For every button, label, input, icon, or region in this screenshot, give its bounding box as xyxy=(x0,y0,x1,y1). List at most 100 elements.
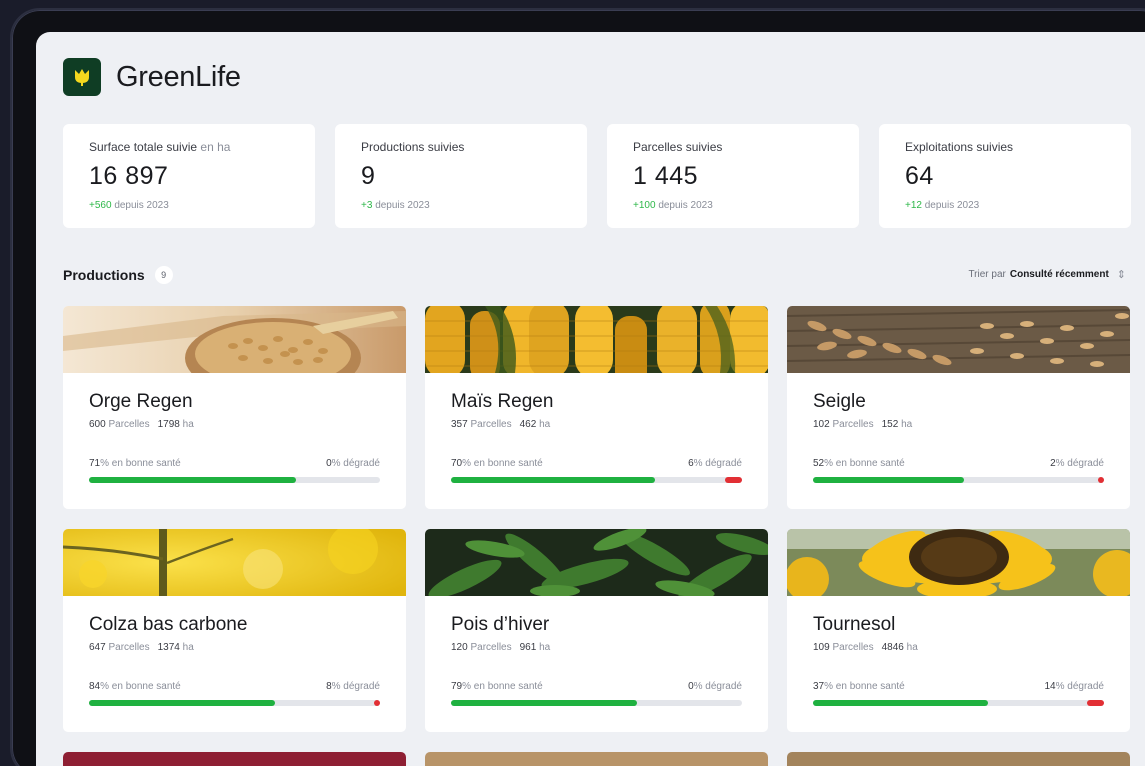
degraded-label: % dégradé xyxy=(693,681,742,692)
parcelles-count: 647 xyxy=(89,642,106,653)
sunflower-image xyxy=(787,529,1130,596)
production-title: Colza bas carbone xyxy=(89,614,248,635)
tablet-frame: GreenLife Surface totale suivie en ha 16… xyxy=(10,8,1145,766)
peas-image xyxy=(425,529,768,596)
production-card-peek[interactable] xyxy=(63,752,406,766)
production-card-seigle[interactable]: Seigle 102 Parcelles 152 ha 52% en bonne … xyxy=(787,306,1130,509)
parcelles-label: Parcelles xyxy=(108,642,150,653)
healthy-value: 70 xyxy=(451,458,463,469)
stat-delta: +12 depuis 2023 xyxy=(905,200,1105,211)
stat-delta: +560 depuis 2023 xyxy=(89,200,289,211)
card-body: Pois d’hiver 120 Parcelles 961 ha 79% en … xyxy=(451,614,742,706)
healthy-label: % en bonne santé xyxy=(100,681,181,692)
health-row: 79% en bonne santé 0% dégradé xyxy=(451,681,742,692)
degraded-text: 6% dégradé xyxy=(688,458,742,469)
stat-delta-suffix: depuis 2023 xyxy=(658,200,713,211)
card-body: Orge Regen 600 Parcelles 1798 ha 71% en b… xyxy=(89,391,380,483)
hectares-unit: ha xyxy=(182,642,194,653)
stat-value: 64 xyxy=(905,162,934,190)
parcelles-count: 102 xyxy=(813,419,830,430)
healthy-text: 37% en bonne santé xyxy=(813,681,905,692)
production-card-pois[interactable]: Pois d’hiver 120 Parcelles 961 ha 79% en … xyxy=(425,529,768,732)
parcelles-count: 120 xyxy=(451,642,468,653)
healthy-fill xyxy=(89,700,276,706)
productions-header: Productions 9 xyxy=(63,266,173,284)
production-meta: 109 Parcelles 4846 ha xyxy=(813,642,1104,653)
production-meta: 600 Parcelles 1798 ha xyxy=(89,419,380,430)
stat-label: Productions suivies xyxy=(361,140,561,154)
degraded-label: % dégradé xyxy=(1055,458,1104,469)
healthy-text: 52% en bonne santé xyxy=(813,458,905,469)
healthy-fill xyxy=(451,477,655,483)
stats-row: Surface totale suivie en ha 16 897 +560 … xyxy=(63,124,1131,228)
parcelles-label: Parcelles xyxy=(470,419,512,430)
degraded-label: % dégradé xyxy=(331,681,380,692)
health-bar xyxy=(451,477,742,483)
production-meta: 120 Parcelles 961 ha xyxy=(451,642,742,653)
hectares-unit: ha xyxy=(906,642,918,653)
health-row: 71% en bonne santé 0% dégradé xyxy=(89,458,380,469)
degraded-fill xyxy=(1086,700,1104,706)
app-screen: GreenLife Surface totale suivie en ha 16… xyxy=(36,32,1145,766)
production-card-orge[interactable]: Orge Regen 600 Parcelles 1798 ha 71% en b… xyxy=(63,306,406,509)
healthy-label: % en bonne santé xyxy=(462,458,543,469)
stat-delta-value: +12 xyxy=(905,200,922,211)
production-title: Seigle xyxy=(813,391,866,412)
degraded-label: % dégradé xyxy=(331,458,380,469)
healthy-fill xyxy=(89,477,296,483)
health-bar xyxy=(89,477,380,483)
hectares-value: 1374 xyxy=(157,642,180,653)
hectares-unit: ha xyxy=(182,419,194,430)
health-bar xyxy=(813,477,1104,483)
healthy-label: % en bonne santé xyxy=(100,458,181,469)
production-title: Orge Regen xyxy=(89,391,193,412)
production-card-tournesol[interactable]: Tournesol 109 Parcelles 4846 ha 37% en bo… xyxy=(787,529,1130,732)
sort-value: Consulté récemment xyxy=(1009,269,1109,280)
brand-name: GreenLife xyxy=(116,60,241,93)
production-meta: 647 Parcelles 1374 ha xyxy=(89,642,380,653)
stat-delta-value: +560 xyxy=(89,200,112,211)
degraded-text: 0% dégradé xyxy=(326,458,380,469)
card-body: Tournesol 109 Parcelles 4846 ha 37% en bo… xyxy=(813,614,1104,706)
stat-delta: +3 depuis 2023 xyxy=(361,200,561,211)
healthy-label: % en bonne santé xyxy=(462,681,543,692)
sort-prefix: Trier par xyxy=(968,269,1006,280)
degraded-label: % dégradé xyxy=(1055,681,1104,692)
production-title: Pois d’hiver xyxy=(451,614,550,635)
production-card-colza[interactable]: Colza bas carbone 647 Parcelles 1374 ha 8… xyxy=(63,529,406,732)
stat-value: 1 445 xyxy=(633,162,699,190)
production-title: Tournesol xyxy=(813,614,896,635)
hectares-value: 152 xyxy=(881,419,899,430)
health-bar xyxy=(89,700,380,706)
healthy-fill xyxy=(813,700,988,706)
stat-delta-value: +3 xyxy=(361,200,373,211)
section-count-badge: 9 xyxy=(154,266,173,284)
healthy-value: 37 xyxy=(813,681,825,692)
hectares-value: 961 xyxy=(519,642,537,653)
production-card-peek[interactable] xyxy=(787,752,1130,766)
hectares-value: 462 xyxy=(519,419,537,430)
parcelles-label: Parcelles xyxy=(470,642,512,653)
app-header: GreenLife xyxy=(63,58,241,96)
rapeseed-image xyxy=(63,529,406,596)
healthy-text: 70% en bonne santé xyxy=(451,458,543,469)
parcelles-label: Parcelles xyxy=(832,642,874,653)
healthy-text: 79% en bonne santé xyxy=(451,681,543,692)
production-card-mais[interactable]: Maïs Regen 357 Parcelles 462 ha 70% en bo… xyxy=(425,306,768,509)
stat-label: Surface totale suivie en ha xyxy=(89,140,289,154)
stat-value: 9 xyxy=(361,162,376,190)
health-bar xyxy=(813,700,1104,706)
degraded-fill xyxy=(374,700,380,706)
logo-icon[interactable] xyxy=(63,58,101,96)
sort-dropdown[interactable]: Trier par Consulté récemment ⇕ xyxy=(968,268,1126,281)
degraded-fill xyxy=(1098,477,1104,483)
healthy-value: 52 xyxy=(813,458,825,469)
card-body: Colza bas carbone 647 Parcelles 1374 ha 8… xyxy=(89,614,380,706)
health-row: 37% en bonne santé 14% dégradé xyxy=(813,681,1104,692)
stat-unit: en ha xyxy=(200,140,231,154)
production-card-peek[interactable] xyxy=(425,752,768,766)
degraded-text: 0% dégradé xyxy=(688,681,742,692)
degraded-label: % dégradé xyxy=(693,458,742,469)
degraded-fill xyxy=(724,477,742,483)
corn-image xyxy=(425,306,768,373)
